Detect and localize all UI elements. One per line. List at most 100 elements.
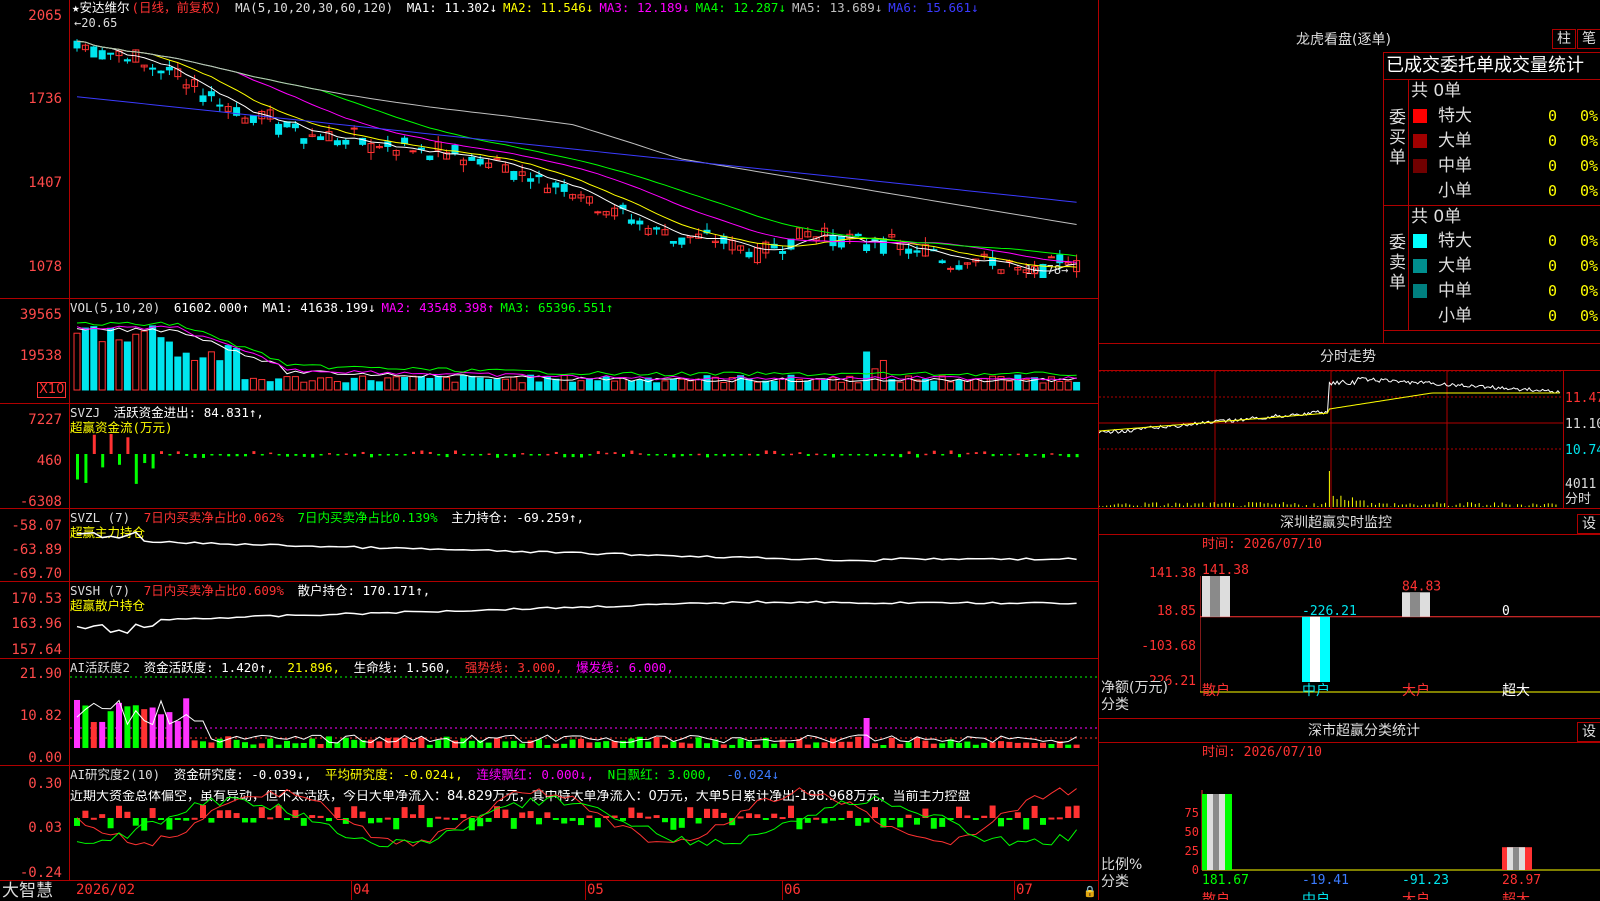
fund-flow-bar	[815, 453, 819, 456]
lock-icon[interactable]: 🔒	[1083, 885, 1097, 898]
volume-bar	[140, 330, 148, 391]
buy-order-row[interactable]: 大单 0 0%	[1410, 129, 1600, 153]
volume-bar	[804, 380, 812, 391]
activity-bar	[855, 736, 862, 748]
candle	[350, 127, 358, 130]
activity-bar	[821, 742, 828, 748]
sell-total: 共 0单	[1411, 207, 1462, 227]
lhb-left-border	[1383, 52, 1384, 343]
classify-bar-chart[interactable]: 75 50 25 0181.67 散户 -19.41 中户 -91.23 大户 28.97 超大	[1150, 766, 1600, 900]
fund-flow-bar	[941, 454, 945, 456]
activity-bar	[788, 743, 794, 748]
fund-flow-bar	[1008, 454, 1012, 456]
research-bar	[1023, 818, 1030, 830]
fund-flow-bar	[924, 453, 928, 456]
monitor-bar	[1202, 576, 1230, 617]
activity-bar	[485, 742, 492, 748]
intraday-chart[interactable]	[1099, 371, 1563, 508]
fund-flow-bar	[160, 451, 163, 454]
candle	[947, 267, 955, 270]
fund-flow-bar	[76, 454, 79, 480]
fund-flow-bar	[101, 454, 105, 468]
research-chart[interactable]	[70, 782, 1098, 880]
svsh-position: 散户持仓: 170.171↑,	[297, 583, 431, 598]
activity-bar	[804, 744, 811, 748]
classify-bar	[1502, 847, 1532, 870]
intraday-vol-unit: 分时	[1565, 492, 1592, 507]
monitor-bar-chart[interactable]: 141.38 散户 -226.21 中户 84.83 大户 0 超大	[1200, 556, 1600, 697]
activity-bar	[972, 744, 979, 748]
fund-flow-bar	[823, 454, 827, 456]
fund-flow-bar	[168, 454, 172, 456]
retail-position-line	[76, 600, 1077, 635]
activity-bar	[342, 737, 349, 748]
volume-bar	[90, 326, 98, 391]
retail-position-chart[interactable]	[70, 598, 1098, 658]
monitor-settings-button[interactable]: 设	[1577, 514, 1600, 534]
candle	[123, 59, 131, 62]
activity-bar	[536, 739, 542, 748]
buy-order-row[interactable]: 中单 0 0%	[1410, 154, 1600, 178]
fund-flow-bar	[521, 453, 525, 455]
volume-bar	[207, 351, 215, 391]
activity-bar	[309, 738, 316, 748]
volume-bar	[485, 378, 493, 391]
monitor-bar	[1302, 616, 1330, 682]
research-bar	[863, 818, 870, 823]
fund-flow-bar	[370, 454, 373, 458]
volume-bar	[308, 380, 316, 391]
stock-name[interactable]: ★安达维尔	[72, 0, 130, 15]
classify-settings-button[interactable]: 设	[1577, 722, 1600, 742]
volume-bar	[762, 380, 770, 391]
classify-y-tick: 50	[1185, 825, 1199, 839]
fund-flow-bar	[420, 450, 424, 454]
research-bar	[981, 815, 988, 818]
monitor-y-tick: 18.85	[1156, 604, 1196, 619]
candlestick-chart[interactable]	[70, 18, 1098, 278]
lhb-tabs[interactable]: 已成交委托单成交量统计	[1386, 56, 1584, 76]
classify-bar-label: 28.97	[1502, 873, 1541, 888]
sell-order-row[interactable]: 中单 0 0%	[1410, 279, 1600, 303]
activity-bar	[720, 744, 727, 748]
activity-bar	[905, 742, 912, 748]
research-bar	[653, 815, 660, 818]
volume-chart[interactable]	[70, 318, 1098, 398]
buy-order-row[interactable]: 特大 0 0%	[1410, 104, 1600, 128]
activity-bar	[426, 744, 433, 748]
volume-bar	[686, 380, 694, 391]
activity-chart[interactable]	[70, 670, 1098, 765]
fund-flow-bar	[714, 454, 718, 456]
volume-bar	[720, 382, 728, 391]
sell-order-percent: 0%	[1580, 307, 1599, 325]
ai2-research: 资金研究度: -0.039↓,	[173, 767, 312, 782]
volume-bar	[770, 380, 778, 391]
candle	[510, 171, 518, 180]
research-bar	[410, 814, 416, 818]
fund-flow-chart[interactable]	[70, 432, 1098, 504]
research-bar	[82, 810, 89, 818]
candle	[1047, 256, 1055, 259]
volume-bar	[594, 380, 602, 391]
period-label[interactable]: (日线，前复权)	[132, 0, 222, 15]
activity-bar	[737, 738, 744, 748]
svzj-y-tick: 7227	[28, 412, 62, 428]
activity-bar	[578, 738, 584, 748]
column-view-button[interactable]: 柱	[1552, 29, 1576, 49]
fund-flow-bar	[697, 453, 701, 456]
research-bar	[309, 815, 316, 818]
fund-flow-bar	[571, 454, 575, 458]
main-force-position-chart[interactable]	[70, 530, 1098, 580]
buy-order-row[interactable]: 小单 0 0%	[1410, 179, 1600, 203]
fund-flow-bar	[916, 454, 919, 458]
fund-flow-bar	[319, 454, 323, 456]
ai2-n-day-red: N日飘红: 3.000,	[607, 767, 713, 782]
sell-order-row[interactable]: 特大 0 0%	[1410, 229, 1600, 253]
sell-order-row[interactable]: 大单 0 0%	[1410, 254, 1600, 278]
fund-flow-bar	[638, 453, 642, 455]
fund-flow-bar	[529, 454, 533, 456]
sell-order-row[interactable]: 小单 0 0%	[1410, 304, 1600, 328]
ma-line-4	[76, 40, 1077, 257]
volume-bar	[678, 378, 686, 391]
tick-view-button[interactable]: 笔	[1577, 29, 1600, 49]
pane-divider	[0, 581, 1098, 582]
